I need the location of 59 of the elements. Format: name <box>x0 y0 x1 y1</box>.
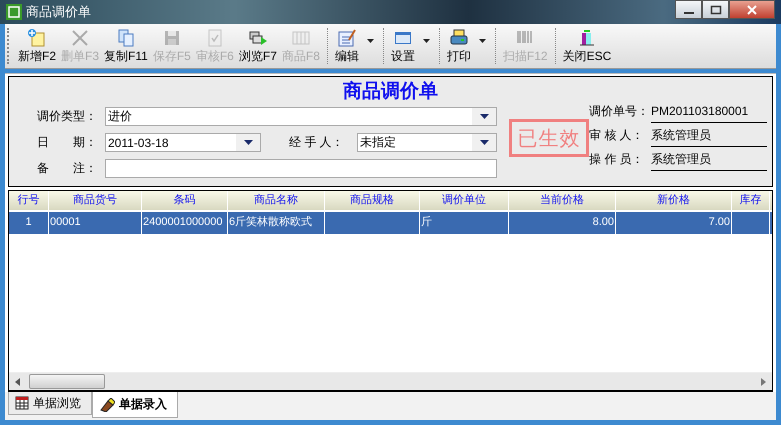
info-value: PM201103180001 <box>651 100 767 122</box>
toolbar-button[interactable]: 复制F11 <box>102 26 150 66</box>
tab[interactable]: 单据浏览 <box>8 392 92 415</box>
info-label: 审 核 人： <box>589 126 645 144</box>
tab[interactable]: 单据录入 <box>92 392 178 418</box>
table-row[interactable]: 1 00001 2400001000000 6斤笑林散称欧式 斤 8.00 7.00 <box>9 210 772 234</box>
field-label: 经 手 人： <box>289 134 345 151</box>
form-title: 商品调价单 <box>342 80 439 104</box>
cross-icon <box>70 28 90 48</box>
close-button[interactable] <box>729 0 775 19</box>
toolbar-button[interactable]: 编辑 <box>332 26 378 66</box>
printer-icon <box>448 28 469 48</box>
date-picker[interactable]: 2011-03-18 <box>105 133 261 152</box>
table-cell: 2400001000000 <box>143 216 223 228</box>
handler-dropdown[interactable]: 未指定 <box>357 133 497 152</box>
table-icon <box>15 396 29 410</box>
table-cell: 00001 <box>50 216 81 228</box>
maximize-icon <box>710 4 722 14</box>
field-label: 日 期： <box>37 134 98 151</box>
scroll-left-icon[interactable] <box>15 378 21 386</box>
dropdown-arrow-icon <box>244 140 252 145</box>
caret-icon <box>366 39 374 43</box>
minimize-icon <box>684 12 694 14</box>
copy-icon <box>116 28 136 48</box>
scroll-right-icon[interactable] <box>760 378 766 386</box>
new-document-icon <box>27 28 47 48</box>
caret-icon <box>422 39 430 43</box>
maximize-button[interactable] <box>702 0 729 19</box>
table-cell: 7.00 <box>708 216 730 228</box>
minimize-button[interactable] <box>675 0 702 19</box>
edit-icon <box>336 28 357 48</box>
info-value: 系统管理员 <box>651 124 767 146</box>
caret-icon <box>478 39 486 43</box>
toolbar-button[interactable]: 设置 <box>388 26 434 66</box>
dropdown-arrow-icon <box>480 140 488 145</box>
close-icon <box>746 4 758 14</box>
pencil-icon <box>99 398 115 412</box>
table-cell: 6斤笑林散称欧式 <box>229 216 312 228</box>
horizontal-scrollbar[interactable] <box>9 372 772 390</box>
approved-stamp: 已生效 <box>509 119 589 157</box>
remark-input-field[interactable] <box>105 159 497 178</box>
scrollbar-thumb[interactable] <box>29 374 105 389</box>
toolbar-button[interactable]: 打印 <box>444 26 490 66</box>
field-label: 调价类型： <box>37 108 98 125</box>
dropdown-arrow-icon <box>480 114 488 119</box>
table-cell: 1 <box>25 216 32 228</box>
info-label: 调价单号： <box>589 102 650 120</box>
table-cell: 8.00 <box>592 216 614 228</box>
table-cell: 斤 <box>421 216 432 228</box>
toolbar-button[interactable]: 关闭ESC <box>560 26 614 66</box>
window-title: 商品调价单 <box>26 3 91 21</box>
price-type-dropdown[interactable]: 进价 <box>105 107 497 126</box>
info-value: 系统管理员 <box>651 148 767 170</box>
toolbar-button[interactable]: 新增F2 <box>16 26 58 66</box>
toolbar-grip <box>7 28 11 64</box>
toolbar-button[interactable]: 浏览F7 <box>236 26 279 66</box>
field-label: 备 注： <box>37 160 98 177</box>
app-icon <box>6 4 22 20</box>
info-label: 操 作 员： <box>589 150 645 168</box>
